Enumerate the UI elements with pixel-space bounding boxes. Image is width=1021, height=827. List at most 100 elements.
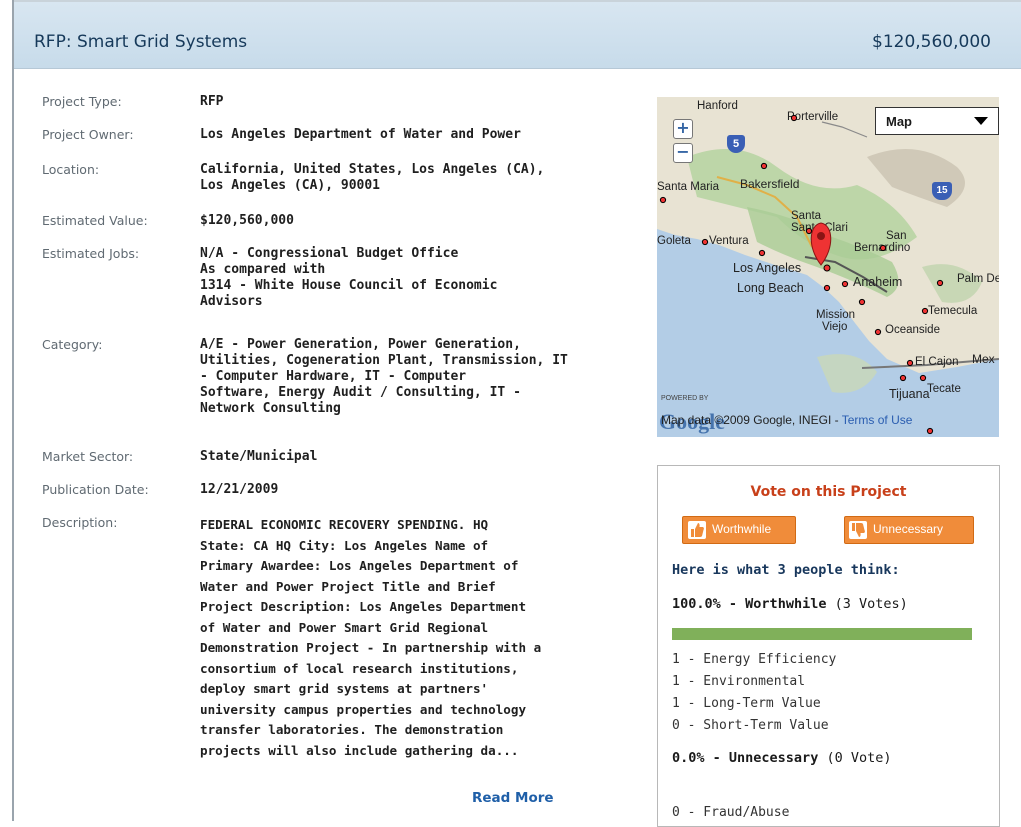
location-map[interactable]: + − 5 15 Hanford Porterville Santa Maria…	[657, 97, 999, 437]
jobs-line: Advisors	[200, 294, 263, 309]
map-type-select[interactable]: Map	[875, 107, 999, 135]
description-line: Primary Awardee: Los Angeles Department …	[200, 558, 519, 573]
unnecessary-button[interactable]: Unnecessary	[844, 516, 974, 544]
value-market-sector: State/Municipal	[200, 449, 318, 464]
category-line: Network Consulting	[200, 401, 341, 416]
value-category: A/E - Power Generation, Power Generation…	[200, 337, 625, 417]
map-attribution-text: Map data ©2009 Google, INEGI -	[661, 413, 842, 427]
description-line: projects will also include gathering da.…	[200, 742, 519, 758]
read-more-link[interactable]: Read More	[472, 790, 554, 806]
jobs-line: As compared with	[200, 262, 326, 277]
jobs-line: N/A - Congressional Budget Office	[200, 246, 459, 261]
terms-of-use-link[interactable]: Terms of Use	[842, 413, 913, 427]
city-mex: Mex	[972, 352, 995, 366]
city-goleta: Goleta	[657, 235, 691, 247]
vote-title: Vote on this Project	[750, 484, 907, 500]
label-estimated-jobs: Estimated Jobs:	[42, 246, 140, 261]
unnecessary-result-label: - Unnecessary	[712, 750, 819, 766]
value-description: FEDERAL ECONOMIC RECOVERY SPENDING. HQ S…	[200, 515, 625, 761]
worthwhile-vote-count: (3 Votes)	[834, 596, 908, 612]
worthwhile-button-label: Worthwhile	[712, 522, 772, 536]
unnecessary-button-label: Unnecessary	[873, 522, 944, 536]
value-project-type: RFP	[200, 94, 224, 109]
value-estimated-jobs: N/A - Congressional Budget Office As com…	[200, 246, 625, 310]
city-oceanside: Oceanside	[885, 324, 940, 336]
city-viejo: Viejo	[822, 321, 848, 333]
label-project-type: Project Type:	[42, 94, 122, 109]
label-description: Description:	[42, 515, 118, 530]
map-type-value: Map	[886, 114, 912, 129]
description-line: State: CA HQ City: Los Angeles Name of	[200, 537, 489, 553]
city-palm: Palm De	[957, 273, 999, 285]
unnecessary-vote-count: (0 Vote)	[826, 750, 892, 766]
label-publication-date: Publication Date:	[42, 482, 149, 497]
worthwhile-percent: 100.0%	[672, 596, 721, 612]
location-line: California, United States, Los Angeles (…	[200, 162, 545, 177]
worthwhile-progress-bar	[672, 628, 972, 640]
project-title: RFP: Smart Grid Systems	[34, 32, 248, 52]
map-attribution: Map data ©2009 Google, INEGI - Terms of …	[661, 413, 912, 427]
description-line: deploy smart grid systems at partners'	[200, 681, 489, 696]
category-line: Utilities, Cogeneration Plant, Transmiss…	[200, 353, 568, 368]
label-location: Location:	[42, 162, 100, 177]
city-anaheim: Anaheim	[853, 275, 903, 289]
project-header-value: $120,560,000	[872, 32, 991, 52]
value-estimated-value: $120,560,000	[200, 213, 294, 228]
powered-by-label: POWERED BY	[661, 395, 709, 402]
city-ventura: Ventura	[709, 235, 749, 247]
city-santa-maria: Santa Maria	[657, 181, 720, 193]
zoom-out-button[interactable]: −	[673, 143, 693, 163]
label-estimated-value: Estimated Value:	[42, 213, 148, 228]
worthwhile-reason: 1 - Environmental	[672, 674, 806, 689]
worthwhile-result: 100.0% - Worthwhile (3 Votes)	[672, 596, 908, 612]
city-los-angeles: Los Angeles	[733, 261, 802, 275]
description-line: Project Description: Los Angeles Departm…	[200, 599, 527, 614]
location-line: Los Angeles (CA), 90001	[200, 178, 381, 193]
city-mission: Mission	[816, 309, 855, 321]
city-tecate: Tecate	[927, 383, 961, 395]
city-san: San	[886, 230, 907, 242]
city-santa: Santa	[791, 210, 822, 222]
description-line: university campus properties and technol…	[200, 701, 527, 717]
description-line: FEDERAL ECONOMIC RECOVERY SPENDING. HQ	[200, 517, 489, 532]
city-hanford: Hanford	[697, 100, 738, 112]
category-line: Software, Energy Audit / Consulting, IT …	[200, 385, 521, 400]
value-project-owner: Los Angeles Department of Water and Powe…	[200, 127, 521, 142]
panel-left-border	[12, 0, 14, 821]
city-santa-clarita: Santa Clari	[791, 222, 848, 234]
worthwhile-reason: 1 - Long-Term Value	[672, 696, 821, 711]
worthwhile-reason: 1 - Energy Efficiency	[672, 652, 837, 667]
thumbs-down-icon	[849, 521, 867, 539]
city-temecula: Temecula	[928, 305, 978, 317]
description-line: Demonstration Project - In partnership w…	[200, 640, 542, 655]
worthwhile-progress-fill	[672, 628, 972, 640]
label-project-owner: Project Owner:	[42, 127, 134, 142]
category-line: A/E - Power Generation, Power Generation…	[200, 337, 521, 352]
description-line: Water and Power Project Title and Brief	[200, 578, 496, 594]
chevron-down-icon	[974, 117, 988, 125]
city-el-cajon: El Cajon	[915, 356, 959, 368]
label-market-sector: Market Sector:	[42, 449, 134, 464]
unnecessary-result: 0.0% - Unnecessary (0 Vote)	[672, 750, 892, 766]
city-bakersfield: Bakersfield	[740, 177, 800, 191]
unnecessary-reason: 0 - Fraud/Abuse	[672, 805, 790, 820]
worthwhile-reason: 0 - Short-Term Value	[672, 718, 829, 733]
city-bernardino: Bernardino	[854, 242, 911, 254]
city-tijuana: Tijuana	[889, 387, 930, 401]
highway-5-shield: 5	[727, 135, 745, 153]
zoom-in-button[interactable]: +	[673, 119, 693, 139]
unnecessary-percent: 0.0%	[672, 750, 705, 766]
city-long-beach: Long Beach	[737, 281, 804, 295]
description-line: consortium of local research institution…	[200, 660, 519, 676]
worthwhile-result-label: - Worthwhile	[728, 596, 827, 612]
highway-15-shield: 15	[932, 182, 952, 200]
category-line: - Computer Hardware, IT - Computer	[200, 369, 467, 384]
worthwhile-button[interactable]: Worthwhile	[682, 516, 796, 544]
label-category: Category:	[42, 337, 103, 352]
description-line: of Water and Power Smart Grid Regional	[200, 619, 489, 635]
city-porterville: Porterville	[787, 111, 839, 123]
jobs-line: 1314 - White House Council of Economic	[200, 278, 498, 293]
thumbs-up-icon	[688, 521, 706, 539]
vote-panel: Vote on this Project Worthwhile Unnecess…	[657, 465, 1000, 827]
value-publication-date: 12/21/2009	[200, 482, 279, 497]
